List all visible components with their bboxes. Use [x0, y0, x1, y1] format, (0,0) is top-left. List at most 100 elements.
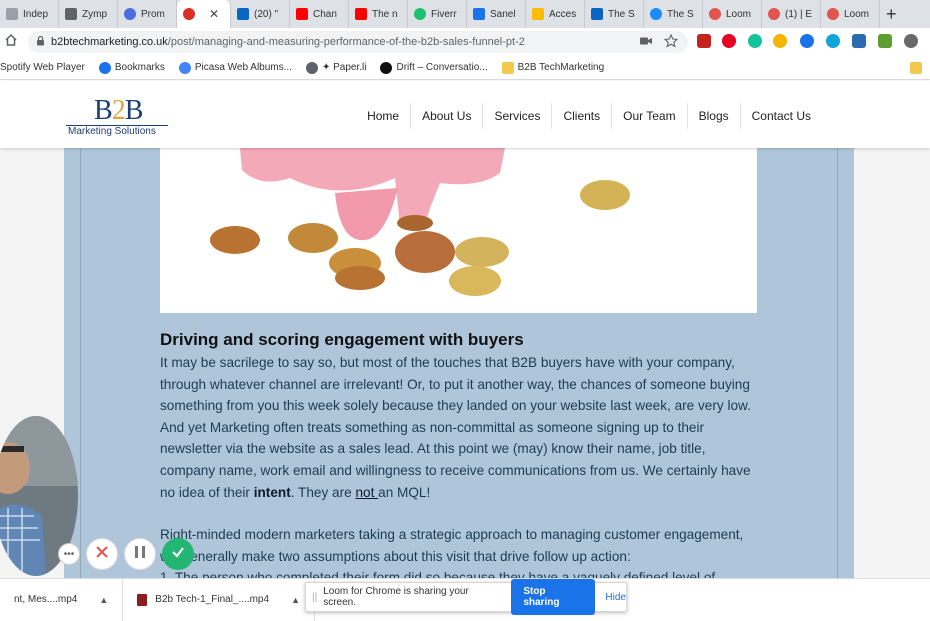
nav-our-team[interactable]: Our Team	[611, 103, 686, 129]
other-bookmarks-folder-icon[interactable]	[910, 62, 922, 74]
loom-icon	[709, 8, 721, 20]
pause-recording-button[interactable]	[124, 538, 156, 570]
address-bar[interactable]: b2btechmarketing.co.uk/post/managing-and…	[28, 31, 688, 53]
tab-label: (1) | E	[785, 8, 813, 20]
extension-gmail-icon[interactable]	[697, 34, 711, 48]
browser-tab[interactable]: Loom	[821, 0, 880, 28]
youtube-icon	[296, 8, 308, 20]
nav-home[interactable]: Home	[356, 103, 410, 129]
cancel-recording-button[interactable]	[86, 538, 118, 570]
close-tab-icon[interactable]: ✕	[209, 7, 219, 21]
bookmark-label: Spotify Web Player	[0, 62, 85, 73]
close-icon	[95, 545, 109, 564]
chevron-up-icon[interactable]: ▲	[99, 595, 108, 605]
browser-tab[interactable]: ✕	[177, 0, 231, 28]
tab-label: The S	[667, 8, 694, 20]
browser-tab[interactable]: Fiverr	[408, 0, 467, 28]
safari-icon	[650, 8, 662, 20]
browser-tab[interactable]: (20) "	[231, 0, 290, 28]
more-options-button[interactable]: •••	[58, 543, 80, 565]
browser-tab[interactable]: Chan	[290, 0, 349, 28]
extension-search-icon[interactable]	[826, 34, 840, 48]
browser-tab[interactable]: The S	[585, 0, 644, 28]
download-filename: nt, Mes....mp4	[14, 594, 78, 605]
bookmark-item[interactable]: Bookmarks	[98, 61, 165, 74]
url-path: /post/managing-and-measuring-performance…	[167, 36, 525, 48]
new-tab-button[interactable]: +	[886, 4, 897, 25]
extension-u-icon[interactable]	[878, 34, 892, 48]
extension-loom-icon[interactable]	[800, 34, 814, 48]
toolbar: b2btechmarketing.co.uk/post/managing-and…	[0, 28, 930, 56]
bookmark-label: ✦ Paper.li	[321, 62, 367, 73]
stop-sharing-button[interactable]: Stop sharing	[511, 579, 596, 615]
article-paragraph-2: Right-minded modern marketers taking a s…	[160, 527, 744, 564]
nav-about-us[interactable]: About Us	[410, 103, 482, 129]
nav-contact-us[interactable]: Contact Us	[739, 103, 822, 129]
nav-blogs[interactable]: Blogs	[686, 103, 740, 129]
extension-gear-icon[interactable]	[904, 34, 918, 48]
logo-tagline: Marketing Solutions	[68, 126, 156, 137]
site-header: B2B Marketing Solutions Home About Us Serv…	[0, 81, 930, 148]
article-panel: Driving and scoring engagement with buye…	[64, 148, 854, 578]
extension-color-icon[interactable]	[773, 34, 787, 48]
bookmark-label: B2B TechMarketing	[517, 62, 605, 73]
browser-tab[interactable]: Loom	[703, 0, 762, 28]
extension-grammarly-icon[interactable]	[748, 34, 762, 48]
nav-clients[interactable]: Clients	[551, 103, 611, 129]
bookmark-item[interactable]: ✦ Paper.li	[305, 61, 367, 74]
bookmark-item[interactable]: Drift – Conversatio...	[380, 61, 488, 74]
page-content: Driving and scoring engagement with buye…	[0, 148, 930, 578]
tab-label: (20) "	[254, 8, 279, 20]
extension-badge-icon[interactable]	[852, 34, 866, 48]
linkedin-icon	[237, 8, 249, 20]
tab-label: The S	[608, 8, 635, 20]
check-icon	[171, 545, 185, 564]
drift-icon	[380, 61, 393, 74]
bookmark-star-icon[interactable]	[663, 33, 679, 51]
tab-label: Acces	[549, 8, 577, 20]
browser-tab[interactable]: (1) | E	[762, 0, 821, 28]
download-item[interactable]: B2b Tech-1_Final_....mp4 ▲	[123, 578, 315, 621]
download-item[interactable]: nt, Mes....mp4 ▲	[0, 578, 124, 621]
article-body: Driving and scoring engagement with buye…	[160, 330, 764, 578]
bookmark-label: Picasa Web Albums...	[194, 62, 292, 73]
tab-label: Fiverr	[431, 8, 457, 20]
site-logo[interactable]: B2B Marketing Solutions	[66, 95, 168, 139]
browser-tab[interactable]: Acces	[526, 0, 585, 28]
loom-icon	[827, 8, 839, 20]
folder-icon	[501, 61, 514, 74]
extension-pinterest-icon[interactable]	[722, 34, 736, 48]
bookmark-item[interactable]: Picasa Web Albums...	[178, 61, 292, 74]
bookmark-item[interactable]: B2B TechMarketing	[501, 61, 605, 74]
browser-tab[interactable]: Sanel	[467, 0, 526, 28]
browser-tab[interactable]: Prom	[118, 0, 177, 28]
tab-label: Zymp	[82, 8, 107, 20]
finish-recording-button[interactable]	[162, 538, 194, 570]
youtube-icon	[355, 8, 367, 20]
home-icon[interactable]	[4, 33, 18, 52]
hide-button[interactable]: Hide	[605, 592, 626, 603]
browser-tab[interactable]: Indep	[0, 0, 59, 28]
video-file-icon	[137, 593, 148, 606]
prom-icon	[124, 8, 136, 20]
google-icon	[178, 61, 191, 74]
pause-icon	[134, 545, 146, 564]
recording-icon	[183, 8, 195, 20]
camera-icon[interactable]	[640, 36, 652, 49]
chevron-up-icon[interactable]: ▲	[291, 595, 300, 605]
tab-label: Sanel	[490, 8, 516, 20]
browser-tab[interactable]: The n	[349, 0, 408, 28]
tab-label: Loom	[726, 8, 752, 20]
nav-services[interactable]: Services	[482, 103, 551, 129]
globe-icon	[6, 8, 18, 20]
screen-sharing-bar: || Loom for Chrome is sharing your scree…	[305, 579, 627, 615]
sharing-message: Loom for Chrome is sharing your screen.	[323, 586, 469, 608]
download-filename: B2b Tech-1_Final_....mp4	[155, 594, 270, 605]
article-paragraph-3: 1. The person who completed their form d…	[160, 570, 716, 578]
url-host: b2btechmarketing.co.uk	[51, 36, 168, 48]
bookmark-item[interactable]: Spotify Web Player	[0, 62, 85, 73]
drag-handle-icon[interactable]: ||	[312, 592, 317, 603]
browser-tab[interactable]: The S	[644, 0, 703, 28]
browser-tab[interactable]: Zymp	[59, 0, 118, 28]
tab-label: Prom	[141, 8, 165, 20]
